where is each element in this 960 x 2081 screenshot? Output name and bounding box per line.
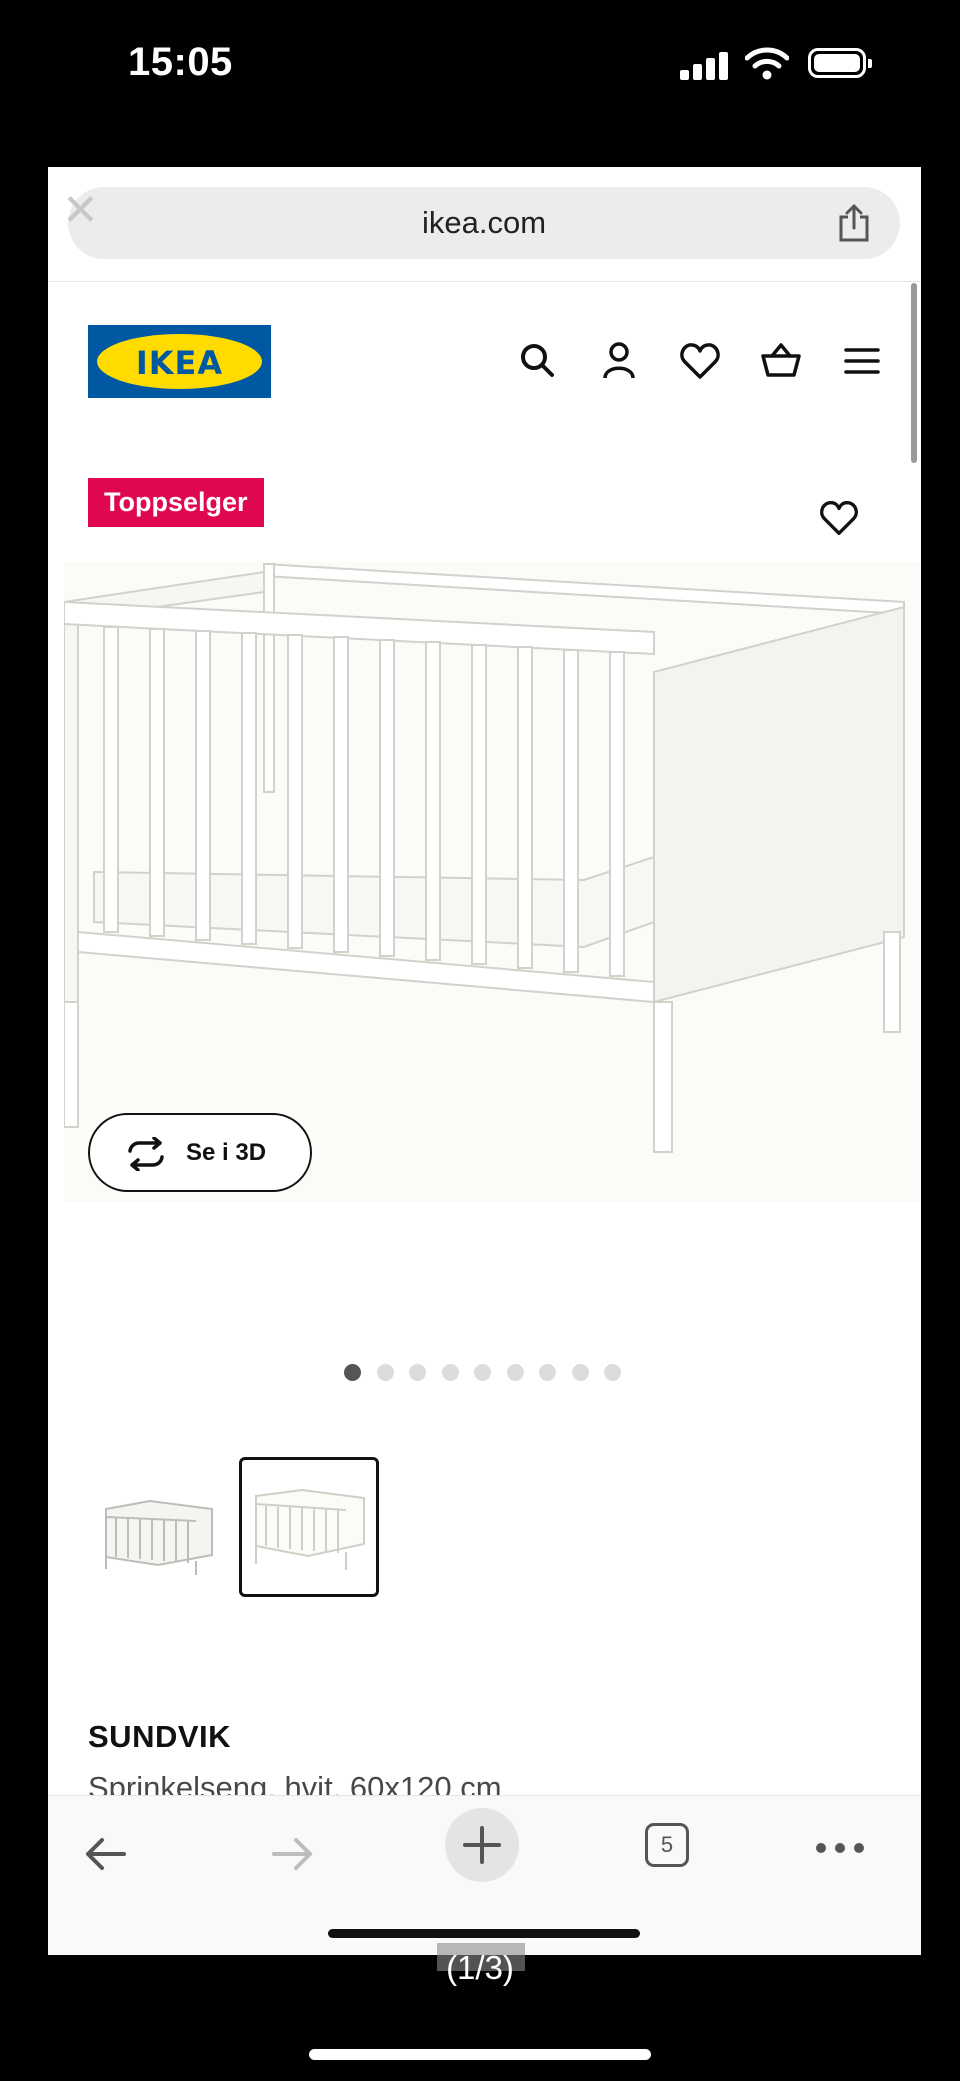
battery-icon <box>808 48 872 78</box>
address-bar[interactable]: ikea.com <box>68 187 900 259</box>
share-icon[interactable] <box>836 203 872 243</box>
forward-arrow-icon[interactable] <box>264 1824 344 1884</box>
browser-toolbar: ikea.com ✕ <box>48 167 921 282</box>
view-in-3d-label: Se i 3D <box>186 1139 267 1166</box>
status-time: 15:05 <box>128 40 233 84</box>
status-bar: 15:05 <box>0 0 960 130</box>
search-icon[interactable] <box>516 339 560 383</box>
address-url: ikea.com <box>421 205 547 240</box>
image-counter: (1/3) <box>446 1949 514 1986</box>
gallery-dot[interactable] <box>506 1364 524 1381</box>
gallery-dot[interactable] <box>604 1364 621 1381</box>
gallery-dot[interactable] <box>539 1364 556 1381</box>
thumbnail-2-selected[interactable] <box>239 1457 379 1597</box>
product-image-crib[interactable] <box>63 562 920 1202</box>
gallery-dot[interactable] <box>344 1364 361 1381</box>
topseller-badge: Toppselger <box>88 478 264 527</box>
gallery-dot[interactable] <box>474 1364 491 1381</box>
back-arrow-icon[interactable] <box>78 1824 158 1884</box>
plus-icon <box>463 1826 501 1864</box>
home-indicator <box>328 1929 640 1938</box>
header-nav <box>48 339 921 383</box>
menu-icon[interactable] <box>840 339 884 383</box>
screen-home-indicator <box>309 2049 651 2060</box>
close-icon[interactable]: ✕ <box>62 189 99 233</box>
new-tab-button[interactable] <box>445 1808 519 1882</box>
tabs-button[interactable]: 5 <box>645 1823 689 1867</box>
more-options-icon[interactable] <box>816 1840 873 1858</box>
wifi-icon <box>745 47 789 80</box>
gallery-dot[interactable] <box>409 1364 426 1381</box>
basket-icon[interactable] <box>759 339 803 383</box>
view-in-3d-button[interactable]: Se i 3D <box>88 1113 312 1192</box>
heart-icon[interactable] <box>678 339 722 383</box>
add-to-favourites-heart-icon[interactable] <box>818 497 860 539</box>
gallery-dot[interactable] <box>441 1364 459 1381</box>
browser-window: ikea.com ✕ IKEA Toppselger Se i 3D SUNDV… <box>48 167 921 1955</box>
user-icon[interactable] <box>597 339 641 383</box>
rotate-3d-icon <box>128 1137 164 1171</box>
gallery-dot[interactable] <box>571 1364 589 1381</box>
product-name[interactable]: SUNDVIK <box>88 1719 231 1755</box>
thumbnail-1[interactable] <box>88 1457 228 1597</box>
gallery-dot[interactable] <box>376 1364 394 1381</box>
cellular-signal-icon <box>680 50 728 80</box>
